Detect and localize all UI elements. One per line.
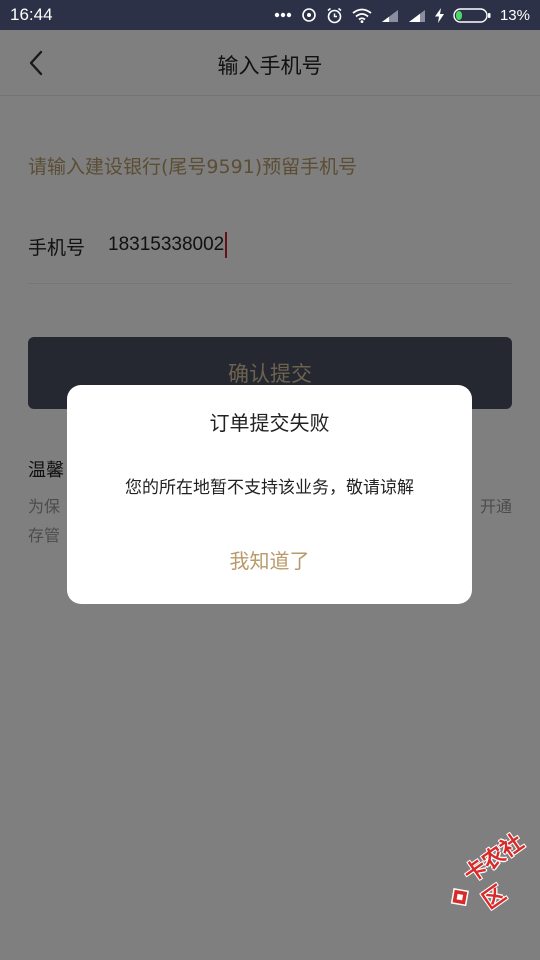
status-icons: 13% bbox=[274, 0, 530, 30]
alarm-icon bbox=[326, 7, 343, 24]
more-dots-icon bbox=[274, 12, 292, 18]
status-bar: 16:44 13% bbox=[0, 0, 540, 30]
signal-icon bbox=[381, 9, 399, 22]
battery-percent: 13% bbox=[499, 6, 530, 24]
dialog-title: 订单提交失败 bbox=[209, 411, 330, 435]
wifi-icon bbox=[352, 8, 372, 23]
sync-icon bbox=[301, 7, 317, 23]
status-time: 16:44 bbox=[10, 5, 53, 24]
signal-icon bbox=[408, 9, 426, 22]
error-dialog: 订单提交失败 您的所在地暂不支持该业务，敬请谅解 我知道了 bbox=[67, 385, 472, 604]
battery-icon bbox=[453, 7, 491, 23]
dialog-message: 您的所在地暂不支持该业务，敬请谅解 bbox=[125, 478, 414, 498]
dialog-confirm-button[interactable]: 我知道了 bbox=[67, 545, 472, 574]
charging-icon bbox=[434, 7, 444, 23]
